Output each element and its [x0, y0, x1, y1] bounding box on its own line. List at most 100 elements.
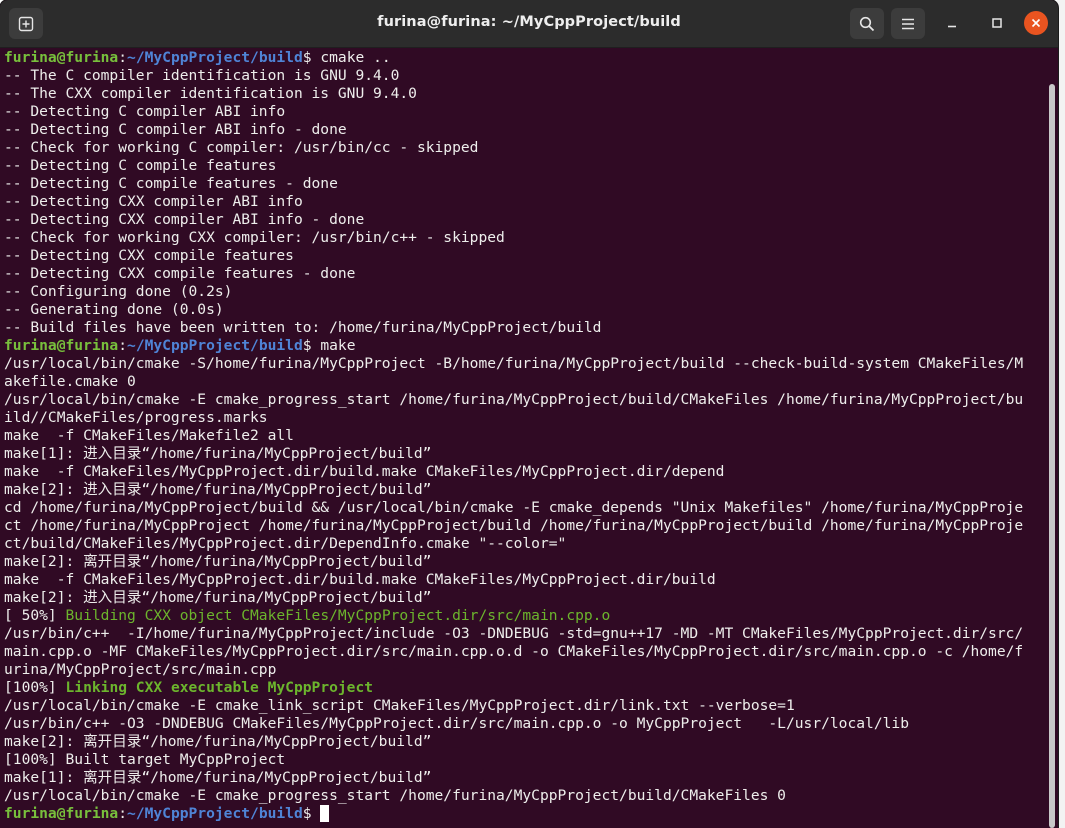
prompt-separator: :	[118, 49, 128, 66]
output-text: ild//CMakeFiles/progress.marks	[4, 409, 268, 426]
output-text: make[1]: 进入目录“/home/furina/MyCppProject/…	[4, 445, 432, 462]
search-icon	[859, 16, 875, 31]
output-line: -- The CXX compiler identification is GN…	[4, 85, 1049, 103]
output-line: -- Detecting C compiler ABI info - done	[4, 121, 1049, 139]
output-text: cd /home/furina/MyCppProject/build && /u…	[4, 499, 1024, 516]
output-line: ct/build/CMakeFiles/MyCppProject.dir/Dep…	[4, 535, 1049, 553]
output-line: make[1]: 进入目录“/home/furina/MyCppProject/…	[4, 445, 1049, 463]
progress-percent: [ 50%]	[4, 607, 66, 624]
output-line: /usr/local/bin/cmake -E cmake_link_scrip…	[4, 697, 1049, 715]
menu-button[interactable]	[891, 8, 925, 39]
output-text: -- Detecting CXX compile features - done	[4, 265, 356, 282]
output-line: make -f CMakeFiles/Makefile2 all	[4, 427, 1049, 445]
output-text: make[2]: 进入目录“/home/furina/MyCppProject/…	[4, 481, 432, 498]
prompt-symbol: $	[302, 49, 312, 66]
prompt-separator: :	[118, 337, 128, 354]
output-line: /usr/bin/c++ -O3 -DNDEBUG CMakeFiles/MyC…	[4, 715, 1049, 733]
minimize-button[interactable]	[940, 11, 964, 35]
terminal-output[interactable]: furina@furina:~/MyCppProject/build$ cmak…	[4, 49, 1049, 828]
prompt-command	[312, 805, 321, 822]
prompt-user-host: furina@furina	[4, 49, 119, 66]
scrollbar[interactable]	[1049, 84, 1055, 828]
minimize-icon	[948, 25, 956, 28]
output-text: ct/build/CMakeFiles/MyCppProject.dir/Dep…	[4, 535, 567, 552]
output-text: /usr/bin/c++ -O3 -DNDEBUG CMakeFiles/MyC…	[4, 715, 909, 732]
search-button[interactable]	[850, 8, 884, 39]
prompt-user-host: furina@furina	[4, 337, 119, 354]
output-line: -- Detecting C compile features - done	[4, 175, 1049, 193]
output-line: -- Detecting CXX compiler ABI info - don…	[4, 211, 1049, 229]
close-icon	[1031, 18, 1041, 28]
output-line: -- Detecting CXX compile features	[4, 247, 1049, 265]
prompt-command: make	[311, 337, 356, 354]
close-button[interactable]	[1024, 11, 1048, 35]
output-line: make[2]: 离开目录“/home/furina/MyCppProject/…	[4, 733, 1049, 751]
output-text: akefile.cmake 0	[4, 373, 136, 390]
output-text: [100%] Built target MyCppProject	[4, 751, 286, 768]
prompt-path: ~/MyCppProject/build	[127, 49, 303, 66]
progress-percent: [100%]	[4, 679, 66, 696]
output-line: -- Generating done (0.0s)	[4, 301, 1049, 319]
output-line: akefile.cmake 0	[4, 373, 1049, 391]
output-text: -- Detecting C compile features - done	[4, 175, 338, 192]
maximize-icon	[992, 18, 1002, 28]
output-text: /usr/local/bin/cmake -E cmake_link_scrip…	[4, 697, 795, 714]
output-line: make -f CMakeFiles/MyCppProject.dir/buil…	[4, 463, 1049, 481]
output-line: [100%] Built target MyCppProject	[4, 751, 1049, 769]
output-line: -- Detecting CXX compile features - done	[4, 265, 1049, 283]
output-line: main.cpp.o -MF CMakeFiles/MyCppProject.d…	[4, 643, 1049, 661]
prompt-symbol: $	[302, 337, 312, 354]
prompt-command: cmake ..	[311, 49, 391, 66]
output-line: urina/MyCppProject/src/main.cpp	[4, 661, 1049, 679]
output-line: /usr/local/bin/cmake -E cmake_progress_s…	[4, 391, 1049, 409]
output-text: urina/MyCppProject/src/main.cpp	[4, 661, 277, 678]
output-line: -- The C compiler identification is GNU …	[4, 67, 1049, 85]
prompt-line: furina@furina:~/MyCppProject/build$ make	[4, 337, 1049, 355]
output-text: /usr/local/bin/cmake -E cmake_progress_s…	[4, 391, 1024, 408]
output-text: -- Detecting CXX compiler ABI info	[4, 193, 303, 210]
output-text: -- The CXX compiler identification is GN…	[4, 85, 417, 102]
output-text: -- Detecting CXX compiler ABI info - don…	[4, 211, 365, 228]
output-text: -- Check for working C compiler: /usr/bi…	[4, 139, 479, 156]
text-cursor[interactable]	[320, 805, 330, 822]
output-text: -- The C compiler identification is GNU …	[4, 67, 400, 84]
prompt-user-host: furina@furina	[4, 805, 119, 822]
output-text: /usr/local/bin/cmake -S/home/furina/MyCp…	[4, 355, 1024, 372]
output-line: -- Detecting C compile features	[4, 157, 1049, 175]
output-line: -- Detecting C compiler ABI info	[4, 103, 1049, 121]
output-text: -- Detecting C compile features	[4, 157, 277, 174]
output-line: make[1]: 离开目录“/home/furina/MyCppProject/…	[4, 769, 1049, 787]
output-text: make -f CMakeFiles/MyCppProject.dir/buil…	[4, 463, 725, 480]
output-line: -- Detecting CXX compiler ABI info	[4, 193, 1049, 211]
terminal-window: furina@furina: ~/MyCppProject/build furi…	[0, 0, 1058, 828]
output-text: -- Detecting C compiler ABI info	[4, 103, 286, 120]
output-line: make -f CMakeFiles/MyCppProject.dir/buil…	[4, 571, 1049, 589]
progress-message: Linking CXX executable MyCppProject	[65, 679, 374, 696]
output-line: /usr/local/bin/cmake -S/home/furina/MyCp…	[4, 355, 1049, 373]
maximize-button[interactable]	[985, 11, 1009, 35]
output-text: /usr/bin/c++ -I/home/furina/MyCppProject…	[4, 625, 1024, 642]
output-text: make[2]: 离开目录“/home/furina/MyCppProject/…	[4, 553, 432, 570]
output-text: make -f CMakeFiles/MyCppProject.dir/buil…	[4, 571, 716, 588]
output-text: -- Configuring done (0.2s)	[4, 283, 233, 300]
prompt-path: ~/MyCppProject/build	[127, 805, 303, 822]
output-line: /usr/bin/c++ -I/home/furina/MyCppProject…	[4, 625, 1049, 643]
output-text: -- Build files have been written to: /ho…	[4, 319, 602, 336]
output-text: ct /home/furina/MyCppProject /home/furin…	[4, 517, 1024, 534]
output-line: cd /home/furina/MyCppProject/build && /u…	[4, 499, 1049, 517]
output-line: -- Configuring done (0.2s)	[4, 283, 1049, 301]
output-line: make[2]: 进入目录“/home/furina/MyCppProject/…	[4, 481, 1049, 499]
output-text: -- Detecting CXX compile features	[4, 247, 294, 264]
output-text: -- Detecting C compiler ABI info - done	[4, 121, 347, 138]
output-text: make[2]: 离开目录“/home/furina/MyCppProject/…	[4, 733, 432, 750]
output-text: make[2]: 进入目录“/home/furina/MyCppProject/…	[4, 589, 432, 606]
output-line: -- Build files have been written to: /ho…	[4, 319, 1049, 337]
output-line: /usr/local/bin/cmake -E cmake_progress_s…	[4, 787, 1049, 805]
output-text: -- Check for working CXX compiler: /usr/…	[4, 229, 505, 246]
output-line: [100%] Linking CXX executable MyCppProje…	[4, 679, 1049, 697]
output-line: ild//CMakeFiles/progress.marks	[4, 409, 1049, 427]
output-text: make -f CMakeFiles/Makefile2 all	[4, 427, 294, 444]
output-text: -- Generating done (0.0s)	[4, 301, 224, 318]
prompt-symbol: $	[302, 805, 312, 822]
prompt-line: furina@furina:~/MyCppProject/build$	[4, 805, 1049, 823]
